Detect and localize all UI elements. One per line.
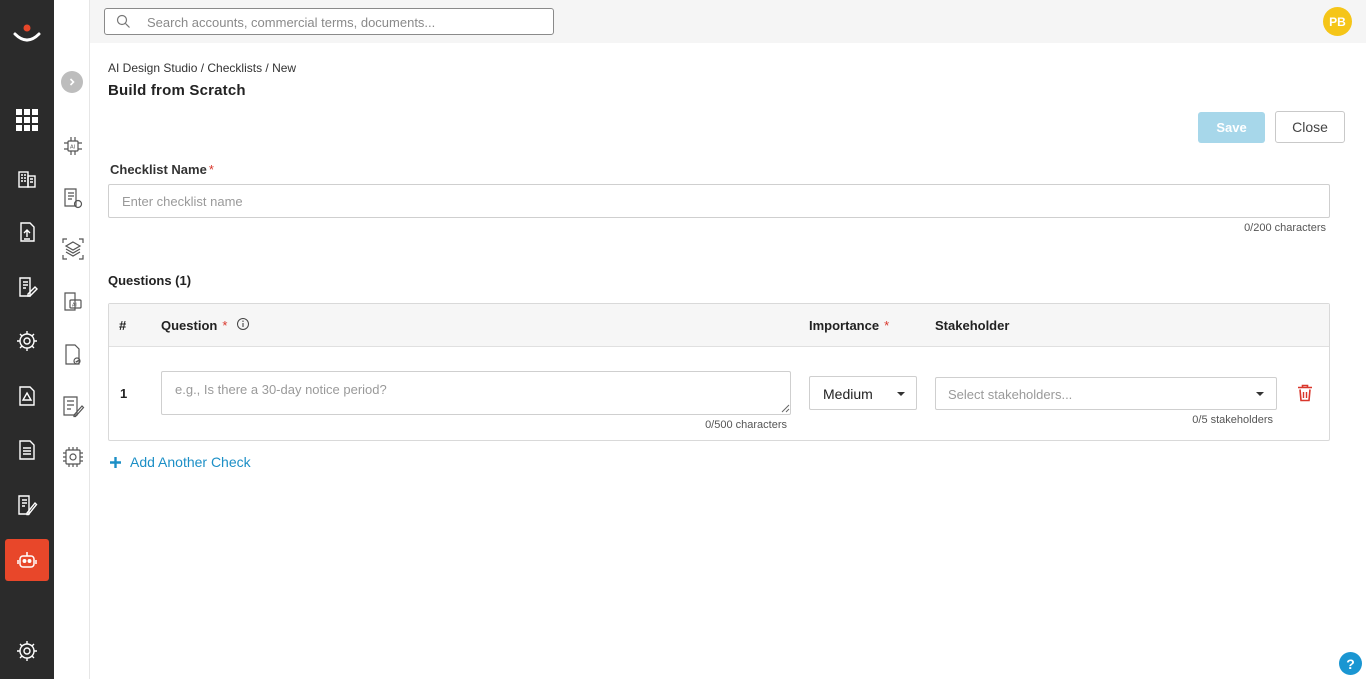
search-input[interactable] (147, 13, 537, 31)
chevron-down-icon (1256, 392, 1264, 396)
svg-text:AI: AI (70, 145, 76, 151)
chevron-down-icon (897, 392, 905, 396)
checklist-name-input[interactable] (108, 184, 1330, 218)
close-button[interactable]: Close (1275, 111, 1345, 143)
checklist-name-label: Checklist Name * (110, 162, 214, 177)
cpu-settings-icon[interactable] (60, 444, 86, 470)
ai-bot-icon[interactable] (5, 539, 49, 581)
checklist-name-char-count: 0/200 characters (1244, 222, 1326, 234)
importance-value: Medium (823, 386, 873, 402)
breadcrumb[interactable]: AI Design Studio / Checklists / New (108, 61, 296, 75)
document-check-icon[interactable] (60, 342, 86, 368)
admin-settings-icon[interactable] (5, 630, 49, 672)
document-sign-icon[interactable] (5, 484, 49, 526)
column-importance: Importance * (809, 318, 890, 333)
ai-document-icon[interactable]: AI (60, 289, 86, 315)
add-another-check-button[interactable]: Add Another Check (109, 454, 251, 470)
plus-icon (110, 456, 121, 468)
document-list-icon[interactable] (5, 429, 49, 471)
checklist-edit-icon[interactable] (60, 393, 86, 419)
expand-sidebar-icon[interactable] (61, 71, 83, 93)
column-stakeholder: Stakeholder (935, 318, 1010, 333)
row-number: 1 (120, 386, 128, 401)
document-upload-icon[interactable] (5, 211, 49, 253)
importance-select[interactable]: Medium (809, 376, 917, 410)
search-icon (116, 14, 130, 28)
table-header: # Question * Importance * Stakeholder (109, 304, 1329, 347)
questions-table: # Question* Importance* Stakeholder 1 0/… (108, 303, 1330, 441)
layers-scan-icon[interactable] (60, 236, 86, 262)
column-number: # (119, 318, 127, 333)
user-avatar[interactable]: PB (1323, 7, 1352, 36)
required-marker: * (222, 318, 228, 333)
document-settings-icon[interactable] (60, 186, 86, 212)
delete-row-icon[interactable] (1297, 384, 1313, 402)
questions-heading: Questions (1) (108, 273, 192, 288)
settings-gear-icon[interactable] (5, 320, 49, 362)
resize-grip-icon[interactable] (781, 404, 790, 413)
page-title: Build from Scratch (108, 82, 246, 99)
ai-chip-icon[interactable]: AI (60, 133, 86, 159)
stakeholder-select[interactable]: Select stakeholders... (935, 377, 1277, 410)
primary-sidebar (0, 0, 54, 679)
save-button[interactable]: Save (1198, 112, 1265, 143)
required-marker: * (884, 318, 890, 333)
secondary-sidebar (54, 0, 90, 679)
question-char-count: 0/500 characters (705, 419, 787, 431)
global-search[interactable] (104, 8, 554, 35)
question-input[interactable] (161, 371, 791, 415)
stakeholder-count: 0/5 stakeholders (1192, 414, 1273, 426)
required-marker: * (208, 162, 214, 177)
buildings-icon[interactable] (5, 157, 49, 199)
brand-logo[interactable] (12, 22, 42, 46)
document-alert-icon[interactable] (5, 375, 49, 417)
document-edit-icon[interactable] (5, 266, 49, 308)
svg-text:AI: AI (72, 302, 77, 308)
help-button[interactable]: ? (1339, 652, 1362, 675)
info-icon[interactable] (236, 317, 250, 331)
column-question: Question * (161, 318, 228, 333)
apps-grid-icon[interactable] (5, 99, 49, 141)
stakeholder-placeholder: Select stakeholders... (948, 387, 1073, 402)
